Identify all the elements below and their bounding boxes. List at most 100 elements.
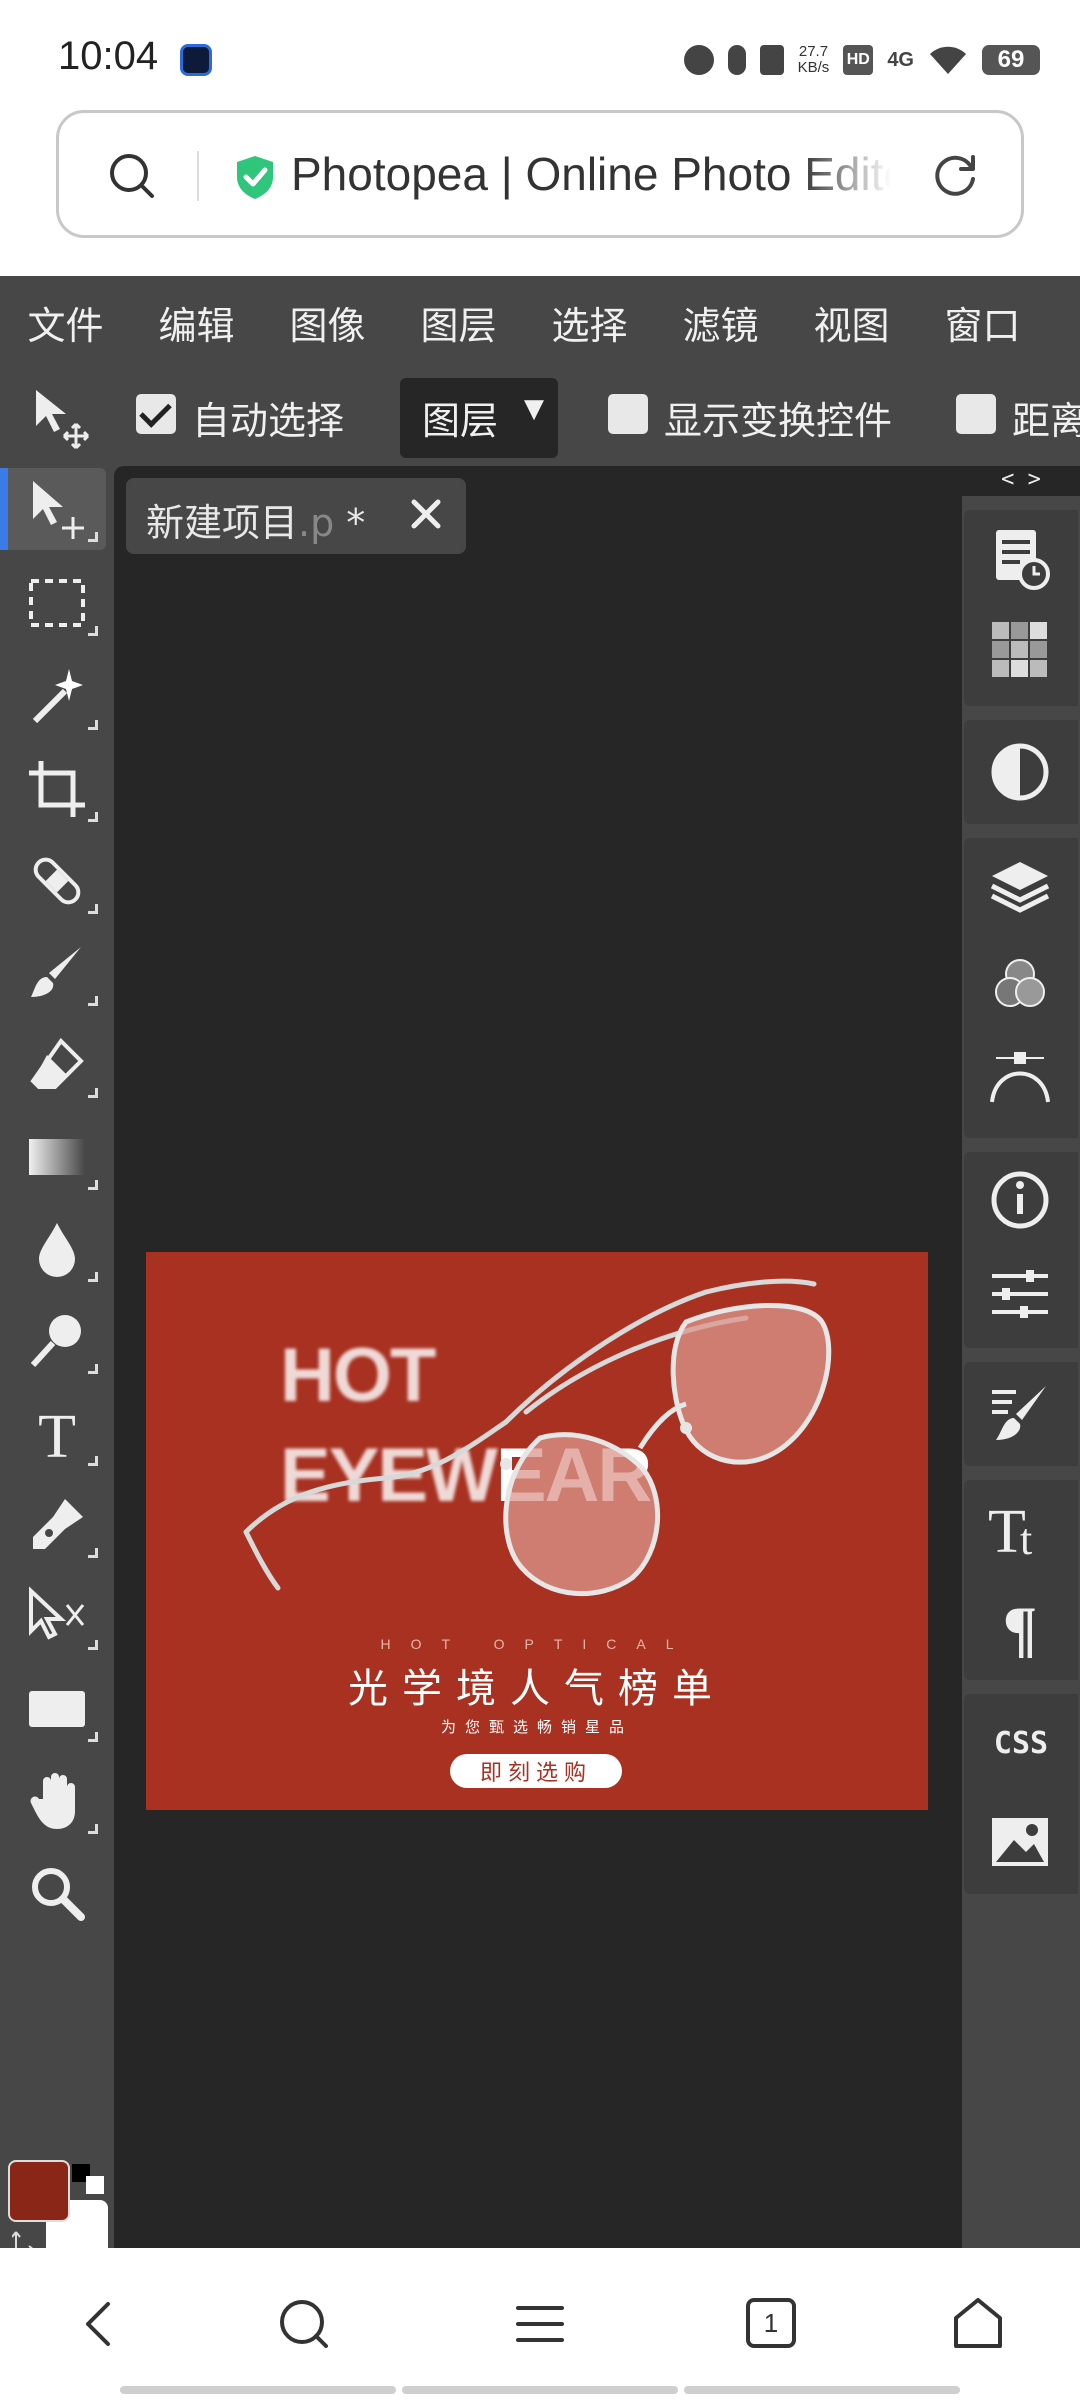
marquee-select-icon xyxy=(29,579,85,627)
tool-eraser[interactable] xyxy=(8,1024,106,1106)
default-colors-icon-back xyxy=(86,2176,104,2194)
menu-edit[interactable]: 编辑 xyxy=(131,295,262,350)
magic-wand-icon xyxy=(32,669,83,724)
hand-icon xyxy=(30,1773,75,1829)
tool-marquee[interactable] xyxy=(8,562,106,644)
panel-group-info xyxy=(964,1152,1078,1348)
character-icon[interactable]: T t xyxy=(986,1494,1054,1562)
menu-layer[interactable]: 图层 xyxy=(393,295,524,350)
tool-rectangle[interactable] xyxy=(8,1668,106,1750)
info-icon[interactable] xyxy=(986,1166,1054,1234)
document-canvas[interactable]: HOT EYEWEAR HOT OPTICAL 光学境人气榜单 为您甄选畅销星品… xyxy=(146,1252,928,1810)
document-name: 新建项目 xyxy=(146,501,299,545)
dodge-icon xyxy=(30,1315,81,1368)
tool-hand[interactable] xyxy=(8,1760,106,1842)
paragraph-icon[interactable]: ¶ xyxy=(986,1590,1054,1658)
search-icon[interactable] xyxy=(105,149,157,201)
alarm-icon xyxy=(683,45,714,75)
css-panel-button[interactable]: CSS xyxy=(984,1726,1058,1761)
right-panels: < > T t ¶ CSS xyxy=(962,466,1080,2248)
tool-zoom[interactable] xyxy=(8,1852,106,1934)
tool-dodge[interactable] xyxy=(8,1300,106,1382)
network-type: 4G xyxy=(887,48,914,71)
status-bar: 10:04 27.7 KB/s HD 4G 69 xyxy=(0,0,1080,110)
document-extension: .p xyxy=(298,501,335,545)
brush-settings-icon[interactable] xyxy=(986,1380,1054,1448)
properties-icon[interactable] xyxy=(986,1260,1054,1328)
poster-subtitle-en: HOT OPTICAL xyxy=(380,1636,694,1652)
close-icon[interactable] xyxy=(404,492,448,536)
menu-select[interactable]: 选择 xyxy=(524,295,655,350)
secure-shield-icon xyxy=(237,156,273,199)
document-modified-marker: * xyxy=(334,501,366,545)
menu-image[interactable]: 图像 xyxy=(262,295,393,350)
menu-window[interactable]: 窗口 xyxy=(917,295,1048,350)
panel-group-layers xyxy=(964,838,1078,1138)
bandage-icon xyxy=(33,857,81,905)
panel-group-adjust xyxy=(964,720,1078,824)
reload-icon[interactable] xyxy=(927,147,983,203)
eraser-icon xyxy=(30,1037,84,1089)
menu-bar: 文件 编辑 图像 图层 选择 滤镜 视图 窗口 xyxy=(0,276,1080,368)
swatches-icon[interactable] xyxy=(986,616,1054,684)
tool-pen[interactable] xyxy=(8,1484,106,1566)
search-icon[interactable] xyxy=(274,2294,334,2354)
tool-blur[interactable] xyxy=(8,1208,106,1290)
paths-icon[interactable] xyxy=(986,1044,1054,1112)
svg-text:t: t xyxy=(1020,1515,1032,1562)
rectangle-shape-icon xyxy=(29,1691,85,1727)
tool-type[interactable]: T xyxy=(8,1392,106,1474)
hd-badge: HD xyxy=(843,45,874,75)
tools-panel: T xyxy=(0,460,114,2344)
panel-collapse-toggle[interactable]: < > xyxy=(962,466,1080,496)
distance-label: 距离 xyxy=(1012,399,1080,443)
tool-move[interactable] xyxy=(0,468,106,550)
channels-icon[interactable] xyxy=(986,950,1054,1018)
browser-address-bar[interactable]: Photopea | Online Photo Editor xyxy=(56,110,1024,238)
dropdown-arrow-icon: ▼ xyxy=(524,394,544,424)
poster-subtitle-cn: 为您甄选畅销星品 xyxy=(440,1718,633,1736)
water-drop-icon xyxy=(39,1223,75,1277)
tool-gradient[interactable] xyxy=(8,1116,106,1198)
show-transform-label: 显示变换控件 xyxy=(664,399,893,443)
page-title[interactable]: Photopea | Online Photo Editor xyxy=(291,147,891,201)
status-icons: 27.7 KB/s HD 4G 69 xyxy=(683,40,1040,80)
home-icon[interactable] xyxy=(948,2294,1008,2354)
distance-checkbox[interactable] xyxy=(956,394,996,434)
tool-healing[interactable] xyxy=(8,840,106,922)
panel-group-css: CSS xyxy=(964,1694,1078,1894)
status-time: 10:04 xyxy=(58,34,159,78)
layers-icon[interactable] xyxy=(986,854,1054,922)
gradient-icon xyxy=(29,1139,85,1175)
svg-text:T: T xyxy=(38,1403,76,1465)
tabs-button[interactable]: 1 xyxy=(746,2298,796,2348)
history-icon[interactable] xyxy=(986,524,1054,592)
move-tool-icon xyxy=(33,481,84,539)
brush-icon xyxy=(31,947,81,997)
auto-select-target-dropdown[interactable]: 图层 ▼ xyxy=(400,378,558,458)
menu-filter[interactable]: 滤镜 xyxy=(655,295,786,350)
address-divider xyxy=(197,151,199,201)
show-transform-checkbox[interactable] xyxy=(608,394,648,434)
menu-view[interactable]: 视图 xyxy=(786,295,917,350)
crop-icon xyxy=(29,761,85,817)
path-select-icon xyxy=(29,1586,85,1640)
foreground-color-swatch[interactable] xyxy=(8,2160,70,2222)
tool-path-select[interactable] xyxy=(8,1576,106,1658)
tool-crop[interactable] xyxy=(8,748,106,830)
pen-tool-icon xyxy=(33,1499,83,1549)
tool-magic-wand[interactable] xyxy=(8,656,106,738)
auto-select-checkbox[interactable] xyxy=(136,394,176,434)
panel-group-history xyxy=(964,510,1078,706)
back-icon[interactable] xyxy=(72,2294,132,2354)
document-tab-title: 新建项目.p * xyxy=(146,492,365,547)
adjustments-icon[interactable] xyxy=(986,738,1054,806)
menu-icon[interactable] xyxy=(510,2294,570,2354)
document-tab[interactable]: 新建项目.p * xyxy=(126,478,466,554)
notification-app-icon xyxy=(180,44,212,76)
menu-file[interactable]: 文件 xyxy=(0,295,131,350)
network-speed-value: 27.7 xyxy=(798,43,829,60)
vibrate-icon xyxy=(759,45,784,75)
tool-brush[interactable] xyxy=(8,932,106,1014)
image-icon[interactable] xyxy=(986,1808,1054,1876)
